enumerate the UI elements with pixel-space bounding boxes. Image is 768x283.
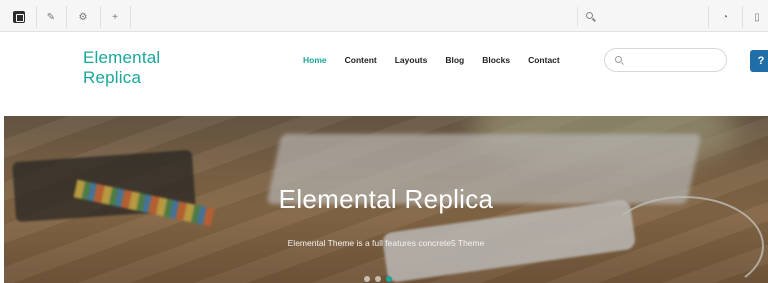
main-nav: Home Content Layouts Blog Blocks Contact	[303, 55, 578, 65]
panel-icon[interactable]: ▯	[746, 6, 768, 28]
toolbar-divider	[100, 6, 101, 28]
info-icon[interactable]: ◔	[714, 6, 736, 28]
slider-dot[interactable]	[364, 276, 370, 282]
add-icon[interactable]: +	[104, 6, 126, 28]
brand-line-1: Elemental	[83, 48, 161, 67]
site-header: Elemental Replica Home Content Layouts B…	[0, 32, 768, 116]
nav-item-layouts[interactable]: Layouts	[395, 55, 428, 65]
hero-banner: Elemental Replica Elemental Theme is a f…	[4, 116, 768, 283]
nav-item-blog[interactable]: Blog	[445, 55, 464, 65]
settings-icon[interactable]: ⚙	[72, 6, 94, 28]
site-logo[interactable]: Elemental Replica	[83, 48, 193, 88]
hero-title: Elemental Replica	[278, 184, 494, 214]
menu-icon[interactable]	[8, 6, 30, 28]
nav-item-blocks[interactable]: Blocks	[482, 55, 510, 65]
toolbar-divider	[130, 6, 131, 28]
toolbar-divider	[708, 6, 709, 28]
slider-dot[interactable]	[375, 276, 381, 282]
editor-toolbar: ✎ ⚙ + ◔ ▯	[0, 0, 768, 32]
toolbar-divider	[742, 6, 743, 28]
hero-subtitle: Elemental Theme is a full features concr…	[287, 238, 485, 248]
nav-item-contact[interactable]: Contact	[528, 55, 560, 65]
search-icon	[586, 12, 593, 19]
brand-line-2: Replica	[83, 68, 142, 87]
slider-dots	[364, 276, 397, 282]
nav-item-home[interactable]: Home	[303, 55, 327, 65]
toolbar-divider	[36, 6, 37, 28]
search-icon	[615, 56, 622, 63]
help-button[interactable]: ?	[750, 50, 768, 72]
site-search-input[interactable]	[604, 48, 727, 72]
nav-item-content[interactable]: Content	[345, 55, 377, 65]
slider-dot-active[interactable]	[386, 276, 392, 282]
toolbar-divider	[66, 6, 67, 28]
edit-icon[interactable]: ✎	[40, 6, 62, 28]
toolbar-search-input[interactable]	[577, 7, 707, 27]
